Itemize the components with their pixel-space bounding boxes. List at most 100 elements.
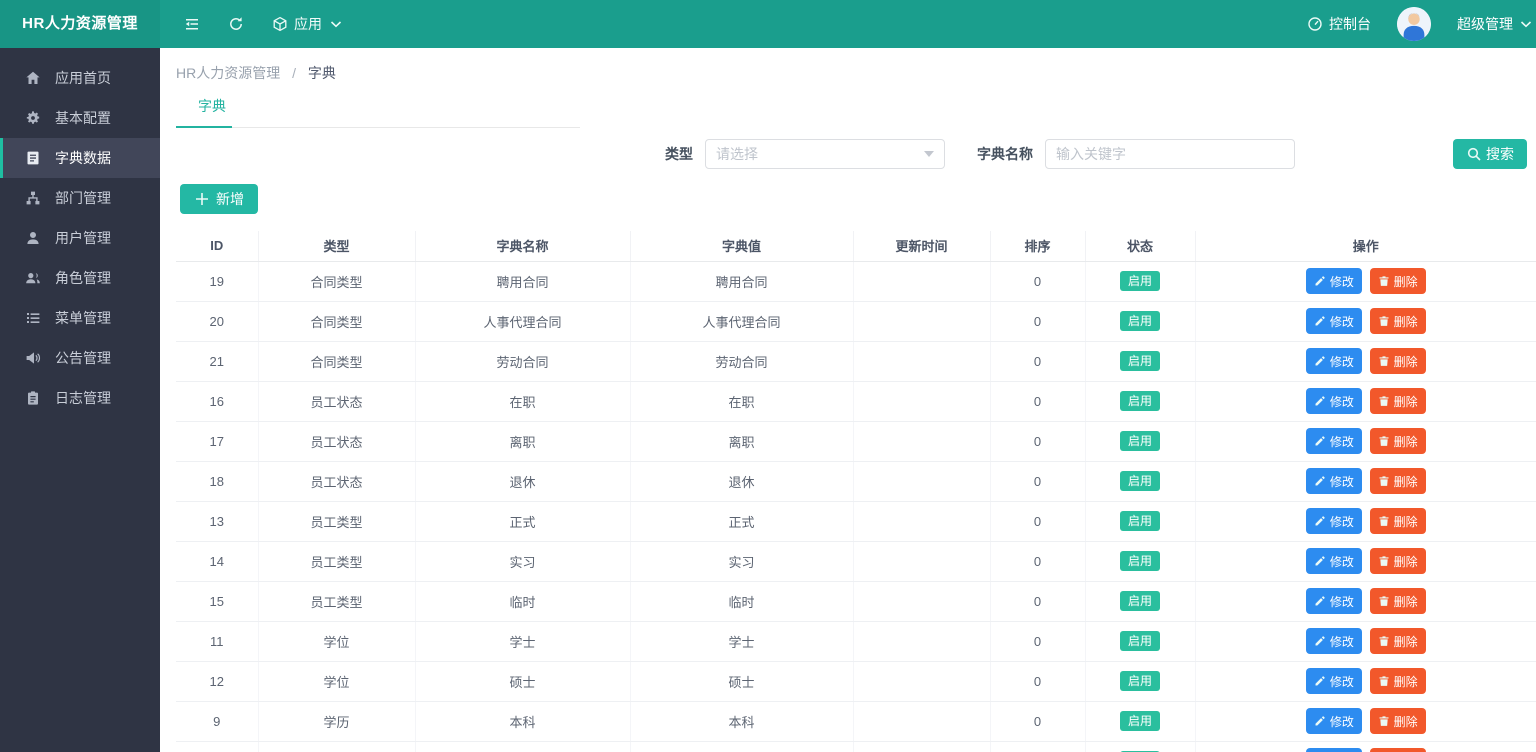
trash-icon [1378,635,1390,647]
edit-button[interactable]: 修改 [1306,508,1362,534]
status-badge: 启用 [1120,311,1160,331]
cell-type: 员工类型 [258,501,415,541]
app-menu-label: 应用 [294,14,322,34]
cell-type: 合同类型 [258,261,415,301]
delete-button[interactable]: 删除 [1370,588,1426,614]
cell-sort: 0 [990,701,1085,741]
breadcrumb-root[interactable]: HR人力资源管理 [176,65,280,81]
sidebar-item-label: 角色管理 [55,268,111,288]
sidebar-item-0[interactable]: 应用首页 [0,58,160,98]
dict-name-input[interactable] [1045,139,1295,169]
plus-icon [194,191,210,207]
delete-button[interactable]: 删除 [1370,388,1426,414]
cell-dict-name: 研究生 [415,741,630,752]
column-header: 类型 [258,231,415,261]
delete-button[interactable]: 删除 [1370,468,1426,494]
cell-dict-value: 硕士 [630,661,853,701]
delete-button[interactable]: 删除 [1370,548,1426,574]
refresh-icon[interactable] [228,16,244,32]
cell-dict-value: 临时 [630,581,853,621]
tab-dict[interactable]: 字典 [194,96,230,127]
edit-button[interactable]: 修改 [1306,748,1362,752]
sidebar-item-label: 部门管理 [55,188,111,208]
cube-icon [272,16,288,32]
table-row: 14 员工类型 实习 实习 0 启用 修改 删除 [176,541,1536,581]
trash-icon [1378,715,1390,727]
edit-button[interactable]: 修改 [1306,628,1362,654]
sidebar-item-label: 应用首页 [55,68,111,88]
type-select[interactable]: 请选择 [705,139,945,169]
status-badge: 启用 [1120,551,1160,571]
cell-updated [853,581,990,621]
log-icon [25,390,41,406]
cell-dict-value: 学士 [630,621,853,661]
cell-status: 启用 [1085,461,1195,501]
cell-updated [853,381,990,421]
sidebar-item-1[interactable]: 基本配置 [0,98,160,138]
edit-button[interactable]: 修改 [1306,388,1362,414]
delete-button-label: 删除 [1394,313,1418,330]
cell-id: 11 [176,621,258,661]
sidebar-item-2[interactable]: 字典数据 [0,138,160,178]
sidebar-item-6[interactable]: 菜单管理 [0,298,160,338]
avatar[interactable] [1397,7,1431,41]
app-logo[interactable]: HR人力资源管理 [0,0,160,48]
edit-button[interactable]: 修改 [1306,668,1362,694]
delete-button[interactable]: 删除 [1370,668,1426,694]
sidebar-item-4[interactable]: 用户管理 [0,218,160,258]
delete-button[interactable]: 删除 [1370,628,1426,654]
delete-button[interactable]: 删除 [1370,428,1426,454]
user-menu[interactable]: 超级管理 [1457,14,1534,34]
delete-button[interactable]: 删除 [1370,348,1426,374]
cell-id: 9 [176,701,258,741]
table-header-row: ID类型字典名称字典值更新时间排序状态操作 [176,231,1536,261]
edit-button[interactable]: 修改 [1306,548,1362,574]
delete-button-label: 删除 [1394,553,1418,570]
cell-updated [853,541,990,581]
cell-actions: 修改 删除 [1195,541,1536,581]
sidebar-item-8[interactable]: 日志管理 [0,378,160,418]
edit-button[interactable]: 修改 [1306,308,1362,334]
delete-button[interactable]: 删除 [1370,508,1426,534]
edit-button[interactable]: 修改 [1306,588,1362,614]
delete-button[interactable]: 删除 [1370,268,1426,294]
trash-icon [1378,595,1390,607]
delete-button[interactable]: 删除 [1370,748,1426,752]
delete-button-label: 删除 [1394,273,1418,290]
edit-button[interactable]: 修改 [1306,268,1362,294]
add-button[interactable]: 新增 [180,184,258,214]
edit-button[interactable]: 修改 [1306,348,1362,374]
edit-button[interactable]: 修改 [1306,428,1362,454]
cell-sort: 0 [990,261,1085,301]
delete-button[interactable]: 删除 [1370,308,1426,334]
pencil-icon [1314,635,1326,647]
menu-fold-icon[interactable] [184,16,200,32]
cell-id: 14 [176,541,258,581]
sidebar-item-5[interactable]: 角色管理 [0,258,160,298]
cell-dict-name: 劳动合同 [415,341,630,381]
cell-status: 启用 [1085,341,1195,381]
console-link[interactable]: 控制台 [1307,14,1371,34]
cell-id: 15 [176,581,258,621]
cell-status: 启用 [1085,421,1195,461]
delete-button-label: 删除 [1394,713,1418,730]
cell-updated [853,501,990,541]
cell-dict-name: 临时 [415,581,630,621]
delete-button-label: 删除 [1394,353,1418,370]
sidebar-item-7[interactable]: 公告管理 [0,338,160,378]
edit-button[interactable]: 修改 [1306,708,1362,734]
cell-updated [853,661,990,701]
delete-button[interactable]: 删除 [1370,708,1426,734]
app-menu[interactable]: 应用 [272,14,344,34]
avatar-image [1397,7,1431,41]
list-icon [25,310,41,326]
search-button[interactable]: 搜索 [1453,139,1527,169]
cell-status: 启用 [1085,301,1195,341]
cell-dict-value: 本科 [630,701,853,741]
pencil-icon [1314,675,1326,687]
breadcrumb-current: 字典 [308,65,336,81]
edit-button[interactable]: 修改 [1306,468,1362,494]
sidebar-item-3[interactable]: 部门管理 [0,178,160,218]
search-button-label: 搜索 [1486,144,1514,164]
edit-button-label: 修改 [1330,633,1354,650]
